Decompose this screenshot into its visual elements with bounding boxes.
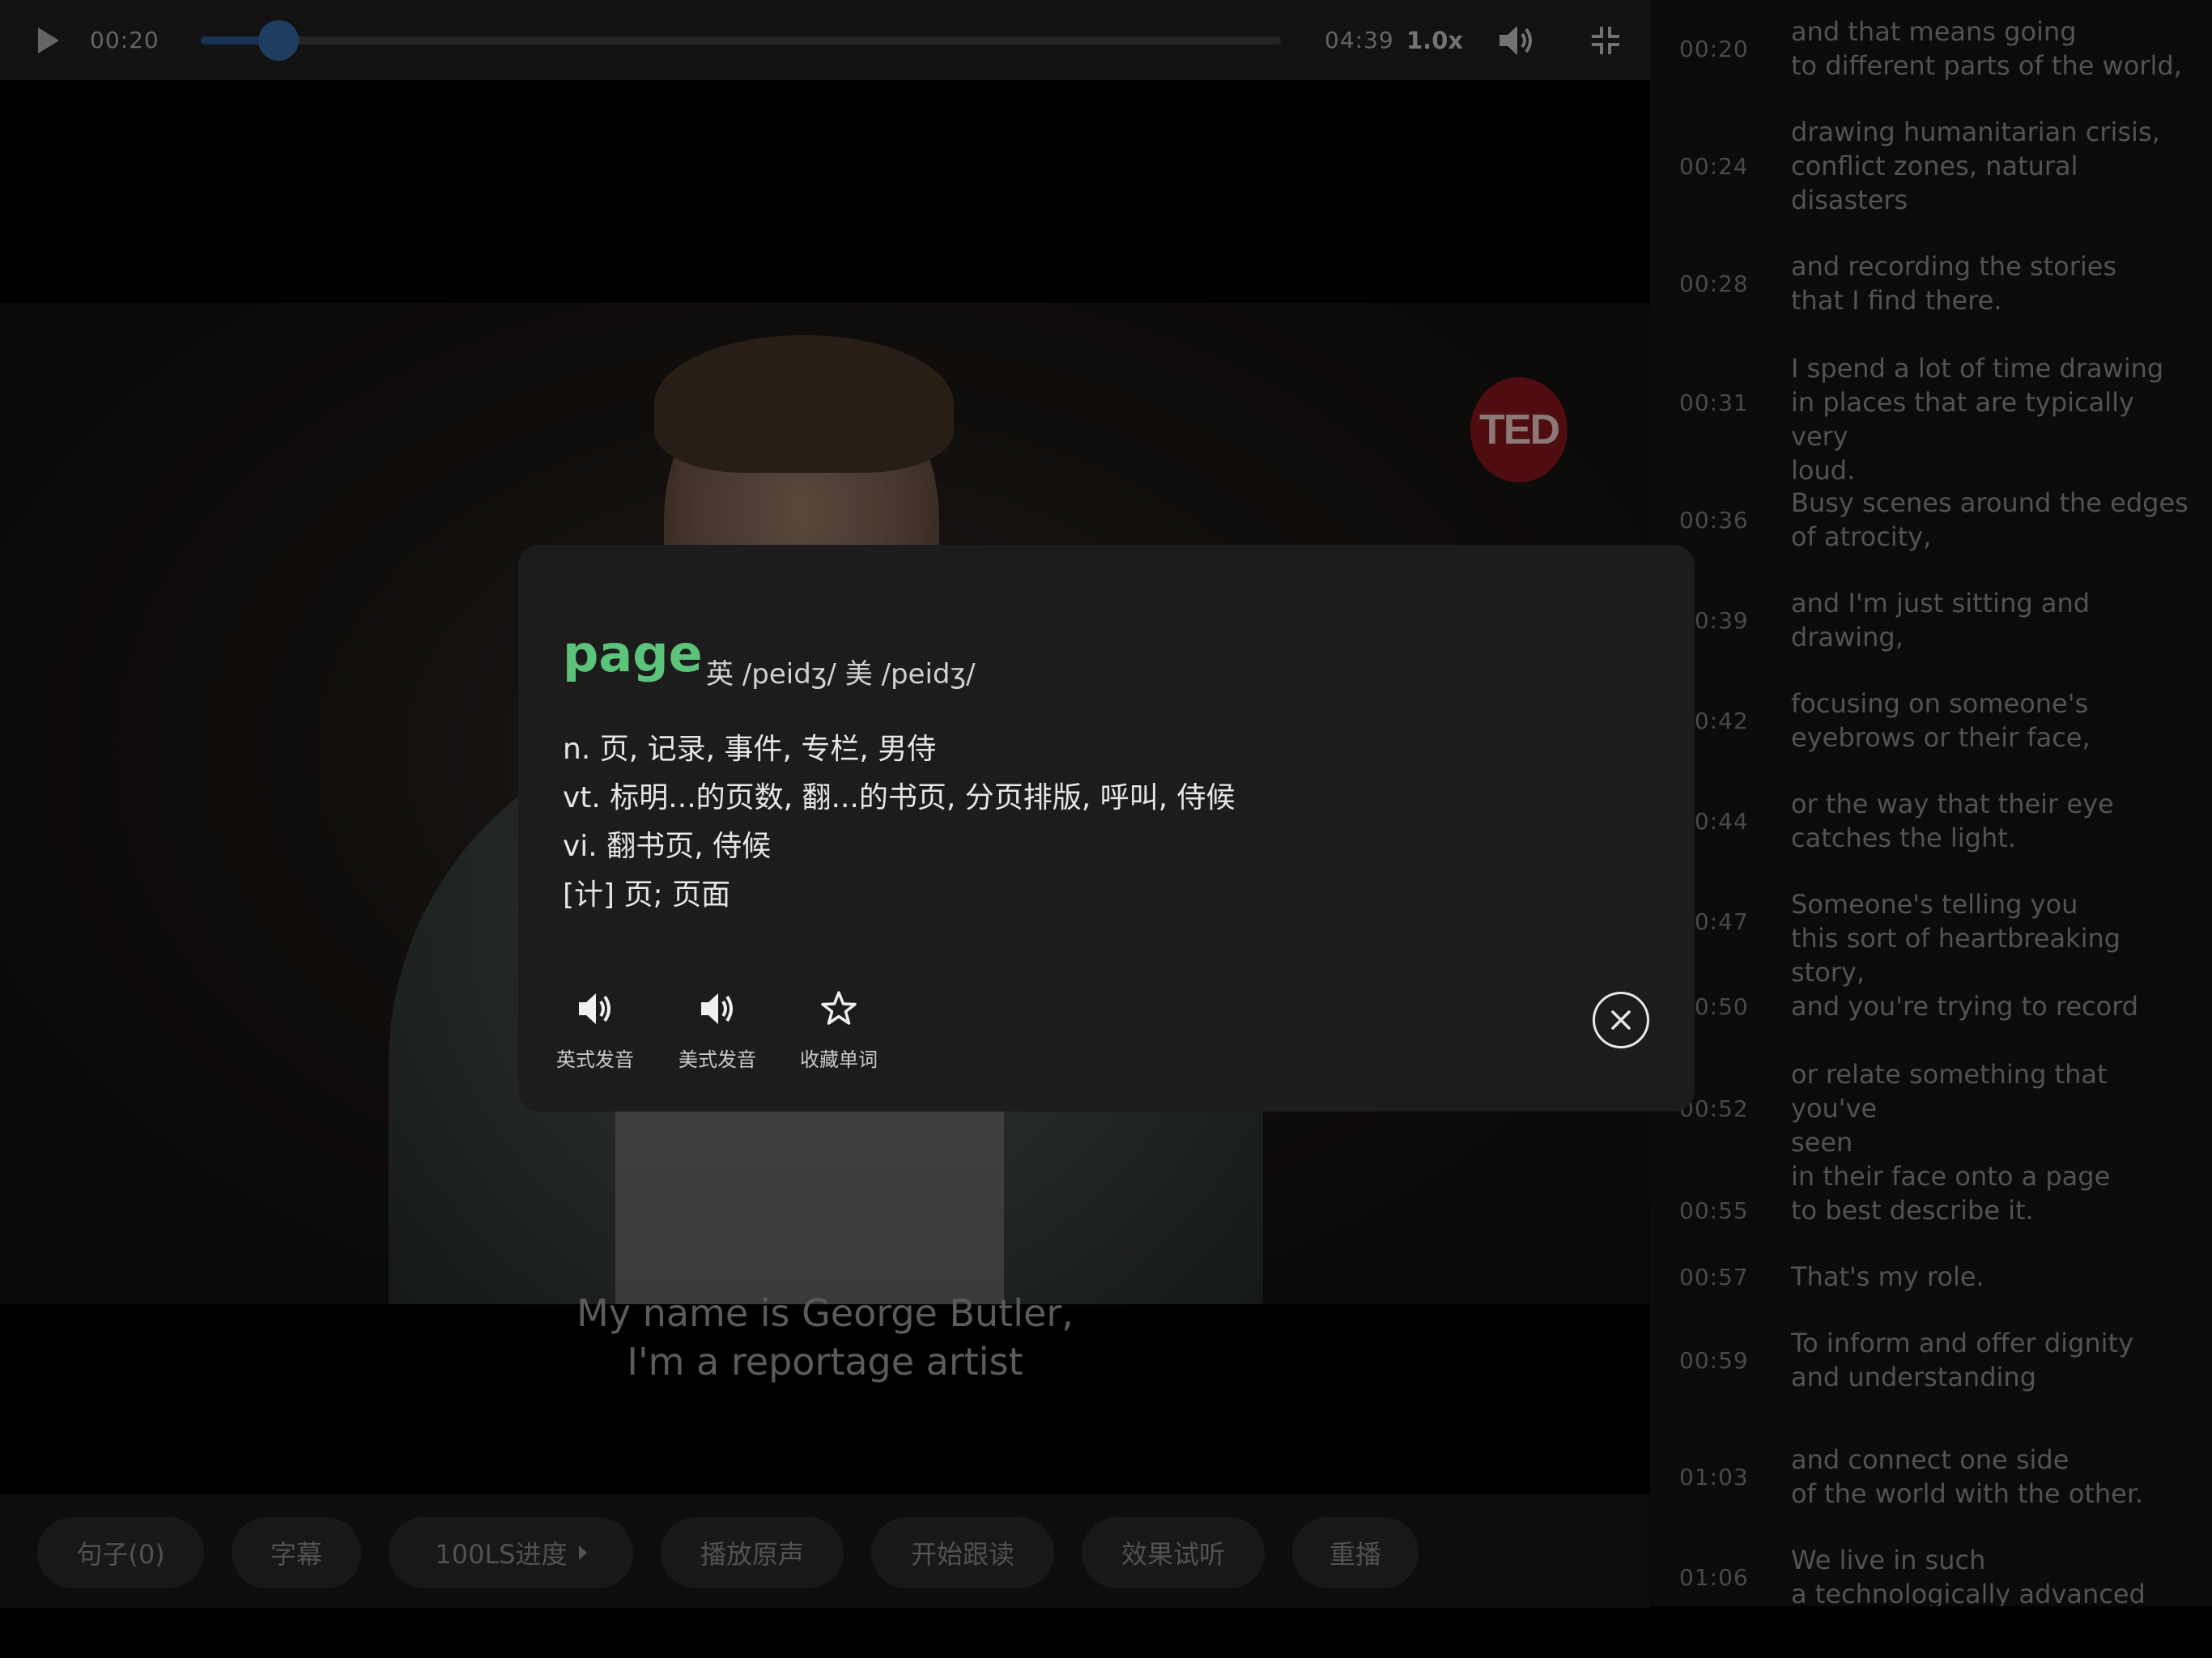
favorite-word-button[interactable]: 收藏单词	[790, 980, 887, 1072]
definition-line: [计] 页; 页面	[563, 878, 731, 912]
definition-line: vi. 翻书页, 侍候	[563, 830, 772, 863]
american-pronunciation-button[interactable]: 美式发音	[669, 980, 766, 1072]
british-pronunciation-button[interactable]: 英式发音	[547, 980, 644, 1072]
favorite-word-label: 收藏单词	[800, 1048, 878, 1071]
dictionary-word: page	[563, 624, 703, 683]
definition-line: vt. 标明...的页数, 翻...的书页, 分页排版, 呼叫, 侍候	[563, 781, 1236, 814]
definition-line: n. 页, 记录, 事件, 专栏, 男侍	[563, 733, 937, 766]
dictionary-phonetics: 英 /peidʒ/ 美 /peidʒ/	[706, 658, 976, 691]
speaker-icon	[579, 993, 610, 1024]
american-pronunciation-label: 美式发音	[678, 1048, 756, 1071]
close-icon	[1611, 1010, 1631, 1030]
close-button[interactable]	[1593, 992, 1649, 1048]
british-pronunciation-label: 英式发音	[556, 1048, 634, 1071]
dictionary-definitions: n. 页, 记录, 事件, 专栏, 男侍 vt. 标明...的页数, 翻...的…	[563, 725, 1236, 920]
speaker-icon	[701, 993, 733, 1024]
dictionary-popup: page 英 /peidʒ/ 美 /peidʒ/ n. 页, 记录, 事件, 专…	[518, 545, 1695, 1112]
star-icon	[821, 991, 857, 1025]
